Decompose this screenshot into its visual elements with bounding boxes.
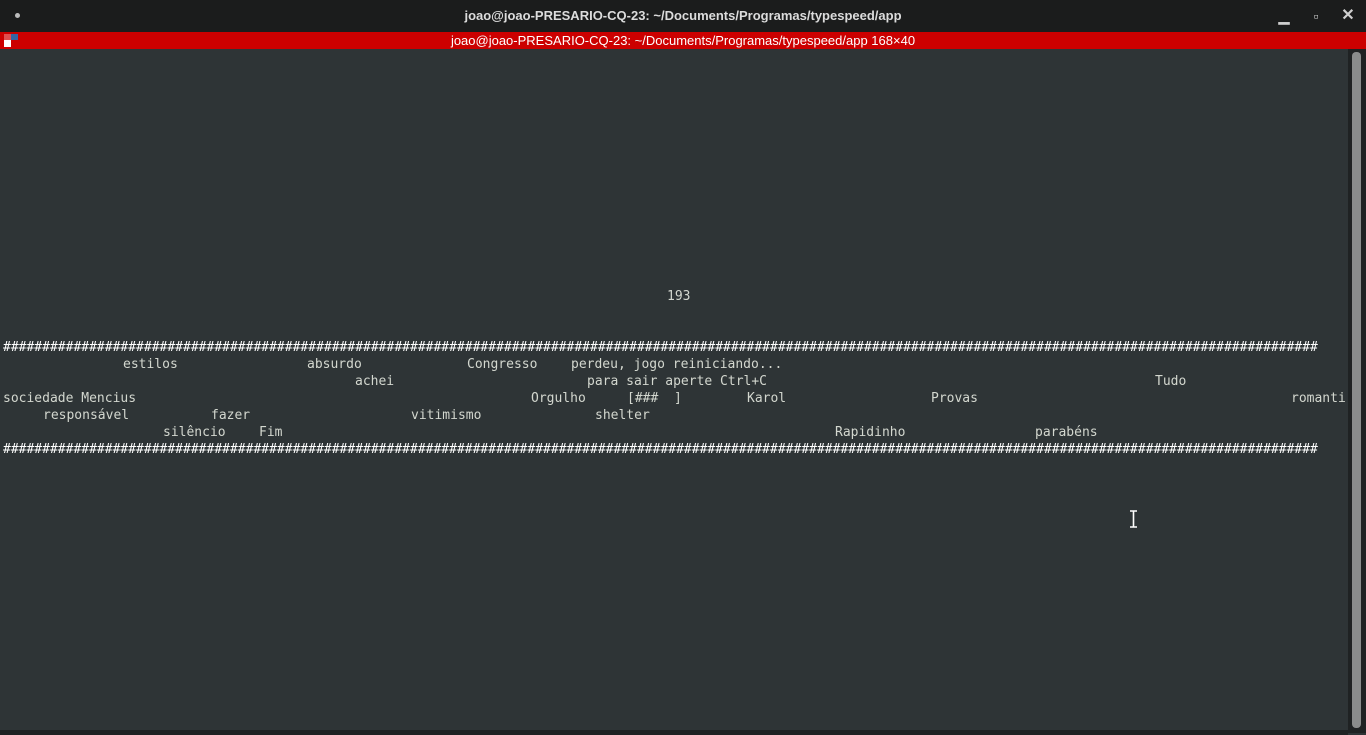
window-bottom-edge [0, 730, 1348, 735]
word: responsável [43, 408, 130, 423]
word: estilos [123, 357, 178, 372]
word: fazer [211, 408, 251, 423]
word: sociedade Mencius [3, 391, 137, 406]
game-border-top: ########################################… [3, 340, 1318, 355]
word: shelter [595, 408, 650, 423]
word: vitimismo [411, 408, 482, 423]
word: silêncio [163, 425, 226, 440]
minimize-button[interactable]: ▁ [1274, 6, 1294, 26]
exit-hint: para sair aperte Ctrl+C [587, 374, 768, 389]
word: parabéns [1035, 425, 1098, 440]
terminal-header-title: joao@joao-PRESARIO-CQ-23: ~/Documents/Pr… [450, 33, 916, 48]
progress-indicator: [### ] [627, 391, 682, 406]
word: Tudo [1155, 374, 1187, 389]
terminal-header-bar[interactable]: joao@joao-PRESARIO-CQ-23: ~/Documents/Pr… [0, 32, 1366, 49]
game-status-message: perdeu, jogo reiniciando... [571, 357, 783, 372]
word: Karol [747, 391, 787, 406]
terminal-window: joao@joao-PRESARIO-CQ-23: ~/Documents/Pr… [0, 0, 1366, 735]
scrollbar-thumb[interactable] [1352, 52, 1361, 728]
word: Orgulho [531, 391, 586, 406]
score-display: 193 [667, 289, 691, 304]
word: Provas [931, 391, 978, 406]
word: Fim [259, 425, 283, 440]
window-title: joao@joao-PRESARIO-CQ-23: ~/Documents/Pr… [464, 8, 902, 23]
word: Rapidinho [835, 425, 906, 440]
close-button[interactable]: ✕ [1338, 6, 1358, 26]
word: absurdo [307, 357, 362, 372]
window-title-bar[interactable]: joao@joao-PRESARIO-CQ-23: ~/Documents/Pr… [0, 0, 1366, 32]
word: romanti [1291, 391, 1346, 406]
scrollbar[interactable] [1348, 49, 1366, 733]
maximize-button[interactable]: ▫ [1306, 6, 1326, 26]
word: achei [355, 374, 395, 389]
game-border-bottom: ########################################… [3, 442, 1318, 457]
text-cursor-icon [1130, 510, 1137, 528]
word: Congresso [467, 357, 538, 372]
terminal-output[interactable]: 193 ####################################… [0, 49, 1348, 730]
